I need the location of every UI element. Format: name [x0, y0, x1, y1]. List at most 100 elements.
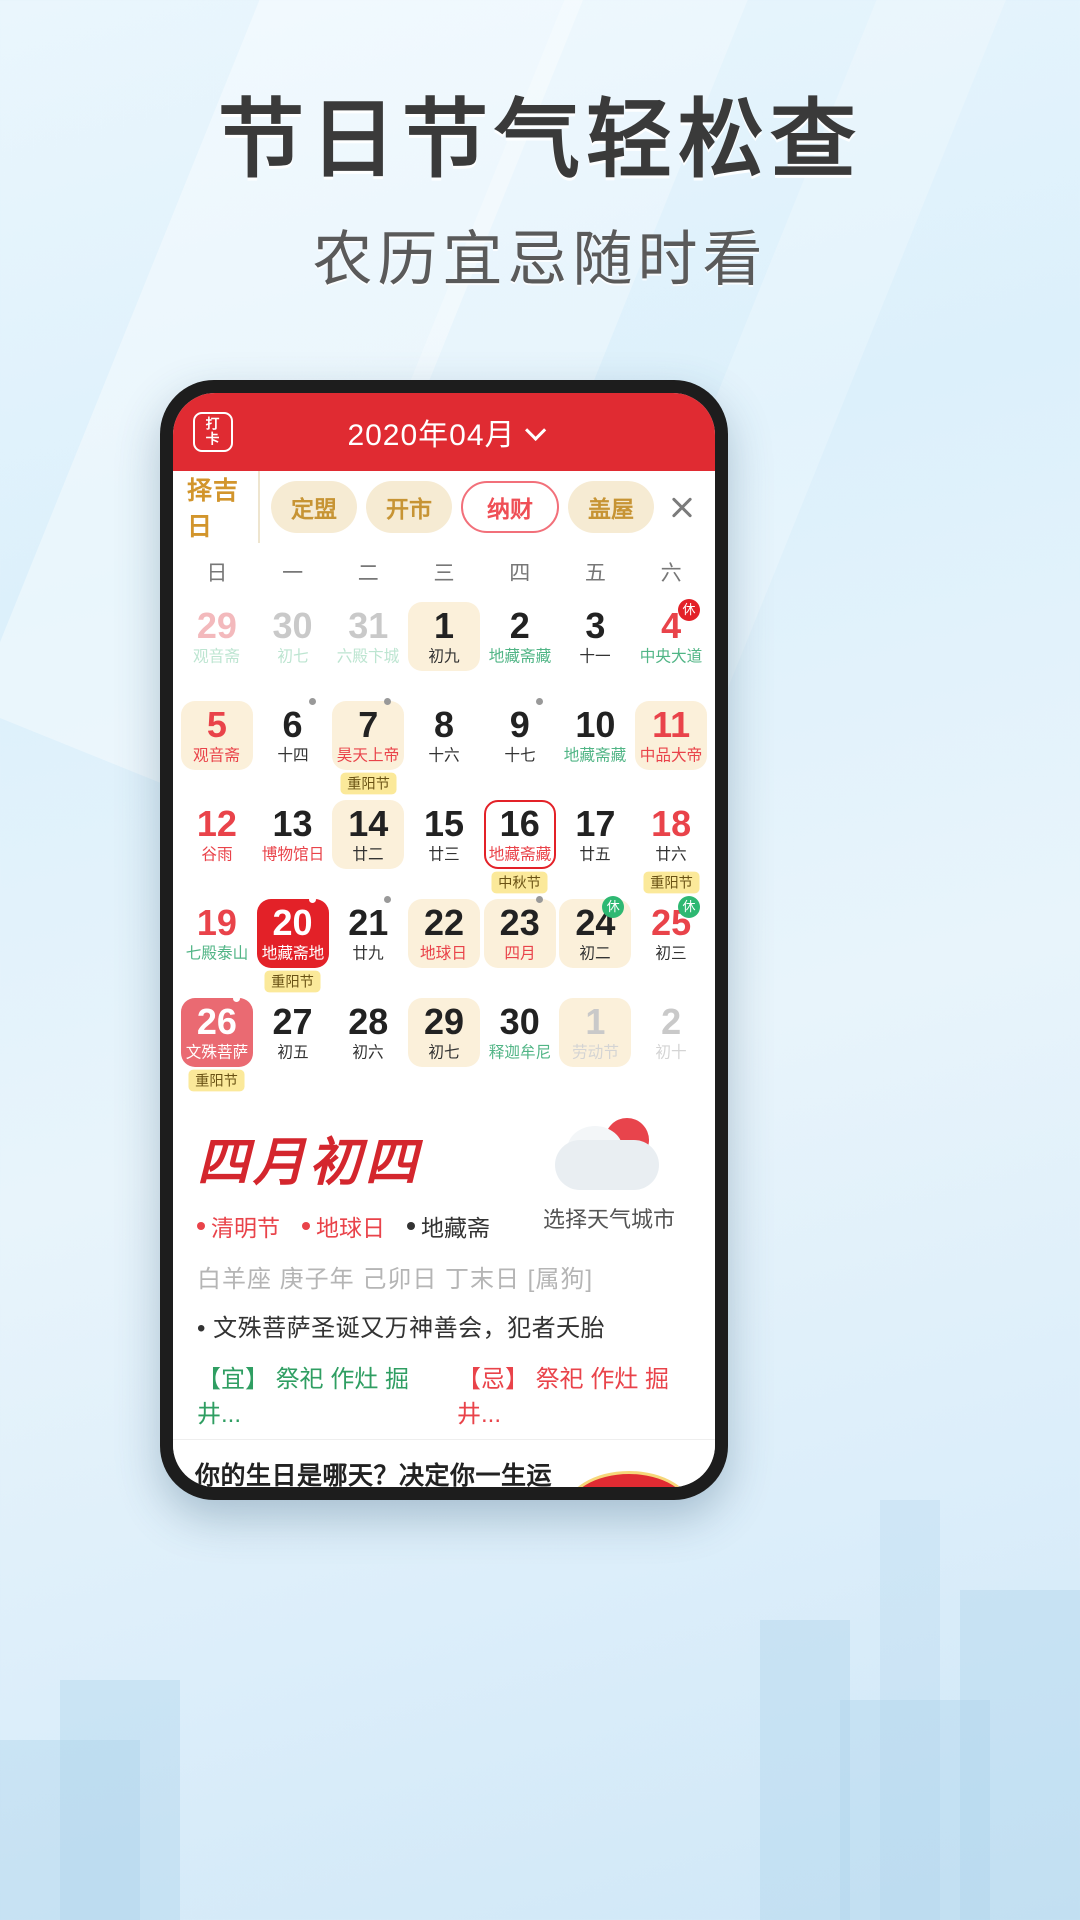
calendar-day-cell[interactable]: 29 初七	[406, 991, 482, 1088]
promo-line-1: 你的生日是哪天？决定你一生运势	[195, 1462, 553, 1487]
calendar-day-cell[interactable]: 22 地球日	[406, 892, 482, 989]
month-selector[interactable]: 2020年04月	[347, 410, 546, 454]
calendar-day-cell[interactable]: 1 初九	[406, 595, 482, 692]
filter-chip-2[interactable]: 纳财	[461, 481, 559, 533]
calendar-day-cell[interactable]: 11 中品大帝	[633, 694, 709, 791]
festival-tag-label: 地球日	[316, 1215, 385, 1241]
weather-widget[interactable]: 选择天气城市	[529, 1118, 689, 1234]
calendar-day-inner: 27 初五	[257, 998, 329, 1067]
filter-chip-3[interactable]: 盖屋	[568, 481, 654, 533]
calendar-day-cell[interactable]: 17 廿五	[558, 793, 634, 890]
calendar-day-lunar: 中品大帝	[639, 746, 703, 765]
calendar-day-lunar: 中央大道	[639, 647, 703, 666]
calendar-day-cell[interactable]: 5 观音斋	[179, 694, 255, 791]
calendar-day-inner: 2 初十	[635, 998, 707, 1067]
calendar-day-cell[interactable]: 25 初三休	[633, 892, 709, 989]
festival-tag-2: 地藏斋	[407, 1209, 490, 1243]
calendar-day-inner: 1 劳动节	[559, 998, 632, 1067]
calendar-day-cell[interactable]: 23 四月	[482, 892, 558, 989]
calendar-day-cell[interactable]: 26 文殊菩萨 重阳节	[179, 991, 255, 1092]
calendar-day-lunar: 廿二	[352, 845, 384, 864]
calendar-day-lunar: 十六	[428, 746, 460, 765]
calendar-day-number: 18	[651, 803, 692, 844]
calendar-day-lunar: 十四	[276, 746, 309, 765]
calendar-day-cell[interactable]: 9 十七	[482, 694, 558, 791]
ji-label: 【忌】	[457, 1366, 529, 1393]
calendar-day-number: 12	[196, 803, 237, 844]
calendar-day-cell[interactable]: 2 地藏斋藏	[482, 595, 558, 692]
calendar-day-cell[interactable]: 24 初二休	[558, 892, 634, 989]
auspicious-filter-bar: 择吉日 定盟 开市 纳财 盖屋	[173, 471, 715, 543]
calendar-day-lunar: 释迦牟尼	[488, 1043, 551, 1062]
calendar-day-inner: 23 四月	[483, 899, 556, 968]
calendar-day-cell[interactable]: 13 博物馆日	[255, 793, 331, 890]
calendar-day-inner: 3 十一	[559, 602, 631, 671]
calendar-day-cell[interactable]: 27 初五	[255, 991, 331, 1088]
calendar-day-cell[interactable]: 10 地藏斋藏	[558, 694, 634, 791]
calendar-day-number: 14	[348, 803, 389, 844]
chevron-down-icon	[524, 419, 546, 441]
ji-block[interactable]: 【忌】 祭祀 作灶 掘井...	[457, 1359, 691, 1429]
calendar-day-cell[interactable]: 30 初七	[255, 595, 331, 692]
calendar-day-lunar: 初三	[655, 944, 687, 963]
calendar-day-cell[interactable]: 31 六殿卞城	[330, 595, 406, 692]
calendar-day-event-dot-icon	[535, 896, 543, 903]
calendar-day-lunar: 廿六	[655, 845, 687, 864]
calendar-day-number: 26	[196, 1001, 237, 1042]
calendar-day-cell[interactable]: 16 地藏斋藏 中秋节	[482, 793, 558, 894]
calendar-day-cell[interactable]: 14 廿二	[330, 793, 406, 890]
calendar-day-lunar: 十一	[579, 647, 612, 666]
calendar-day-inner: 22 地球日	[407, 899, 480, 968]
calendar-day-inner: 29 观音斋	[181, 602, 253, 671]
calendar-day-cell[interactable]: 15 廿三	[406, 793, 482, 890]
calendar-grid: 29 观音斋 30 初七 31 六殿卞城 1 初九 2 地藏斋藏 3 十一 4 中央大道休 5 观音斋 6 十四 7…	[179, 595, 709, 1092]
festival-tag-label: 清明节	[211, 1215, 280, 1241]
month-title-label: 2020年04月	[347, 419, 516, 452]
calendar-day-inner: 30 初七	[257, 602, 329, 671]
bullet-icon	[407, 1222, 415, 1230]
calendar-day-cell[interactable]: 19 七殿泰山	[179, 892, 255, 989]
weekday-1: 一	[282, 562, 304, 585]
calendar-day-cell[interactable]: 29 观音斋	[179, 595, 255, 692]
calendar-day-holiday-badge: 休	[678, 896, 700, 918]
checkin-icon[interactable]: 打 卡	[193, 412, 233, 452]
calendar-day-event-dot-icon	[232, 995, 240, 1002]
calendar-day-cell[interactable]: 20 地藏斋地 重阳节	[255, 892, 331, 993]
bazi-button[interactable]: 测八字	[565, 1470, 693, 1487]
calendar-day-cell[interactable]: 21 廿九	[330, 892, 406, 989]
calendar-day-inner: 28 初六	[332, 998, 404, 1067]
close-icon[interactable]	[663, 488, 701, 526]
calendar-day-number: 6	[282, 704, 303, 745]
calendar-day-lunar: 劳动节	[571, 1043, 619, 1062]
calendar-day-cell[interactable]: 1 劳动节	[558, 991, 634, 1088]
bazi-promo-banner[interactable]: 你的生日是哪天？决定你一生运势 点击查看 测八字	[173, 1439, 715, 1487]
calendar-day-cell[interactable]: 7 昊天上帝 重阳节	[330, 694, 406, 795]
filter-chip-1[interactable]: 开市	[366, 481, 452, 533]
calendar-day-number: 30	[272, 605, 313, 646]
calendar-day-inner: 1 初九	[407, 602, 480, 671]
calendar-day-cell[interactable]: 2 初十	[633, 991, 709, 1088]
calendar-day-cell[interactable]: 12 谷雨	[179, 793, 255, 890]
calendar-day-lunar: 地藏斋藏	[488, 845, 551, 864]
calendar-weekday-header: 日一二三四五六	[179, 547, 709, 595]
calendar-day-lunar: 四月	[504, 944, 536, 963]
yi-block[interactable]: 【宜】 祭祀 作灶 掘井...	[197, 1359, 431, 1429]
calendar-day-inner: 20 地藏斋地	[256, 899, 329, 968]
calendar-day-cell[interactable]: 4 中央大道休	[633, 595, 709, 692]
calendar-day-lunar: 昊天上帝	[337, 746, 400, 765]
calendar-day-cell[interactable]: 30 释迦牟尼	[482, 991, 558, 1088]
calendar-day-cell[interactable]: 6 十四	[255, 694, 331, 791]
filter-chip-0[interactable]: 定盟	[271, 481, 357, 533]
calendar-day-cell[interactable]: 18 廿六 重阳节	[633, 793, 709, 894]
calendar-day-cell[interactable]: 28 初六	[330, 991, 406, 1088]
calendar-day-lunar: 博物馆日	[261, 845, 324, 864]
calendar-day-number: 17	[575, 803, 616, 844]
phone-mockup: 打 卡 2020年04月 择吉日 定盟 开市 纳财 盖屋 日一二三四五六 29 观音斋 3…	[160, 380, 728, 1500]
calendar-day-cell[interactable]: 3 十一	[558, 595, 634, 692]
calendar-day-number: 27	[272, 1001, 313, 1042]
calendar-day-number: 8	[433, 704, 454, 745]
poster-headline-block: 节日节气轻松查 农历宜忌随时看	[0, 95, 1080, 298]
calendar-day-cell[interactable]: 8 十六	[406, 694, 482, 791]
calendar-day-lunar: 初七	[428, 1043, 460, 1062]
checkin-icon-bottom-char: 卡	[206, 431, 220, 448]
